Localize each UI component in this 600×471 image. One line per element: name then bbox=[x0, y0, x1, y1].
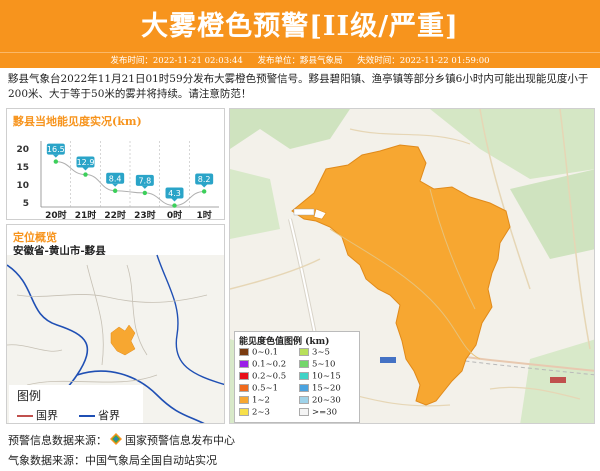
legend-item-national-border: 国界 bbox=[17, 407, 58, 423]
legend-swatch bbox=[299, 348, 309, 356]
data-label-pointer bbox=[112, 183, 119, 187]
overview-legend: 图例 国界 省界 bbox=[9, 385, 143, 423]
legend-swatch bbox=[299, 372, 309, 380]
legend-item-0.2-0.5: 0.2~0.5 bbox=[239, 372, 286, 381]
legend-swatch bbox=[239, 372, 249, 380]
legend-item-2-3: 2~3 bbox=[239, 408, 270, 417]
legend-item-3-5: 3~5 bbox=[299, 348, 330, 357]
legend-item-1-2: 1~2 bbox=[239, 396, 270, 405]
data-label-pointer bbox=[201, 184, 208, 188]
legend-item-30-plus: >=30 bbox=[299, 408, 337, 417]
warning-map: 能见度色值图例 (km) 0~0.1 0.1~0.2 0.2~0.5 0.5~1… bbox=[229, 108, 595, 424]
legend-item-10-15: 10~15 bbox=[299, 372, 341, 381]
data-label-pointer bbox=[141, 185, 148, 189]
visibility-panel: 黟县当地能见度实况(km) 20 15 10 5 16.5 20时 12.9 21时 8.4 22… bbox=[6, 108, 225, 221]
data-point bbox=[83, 172, 88, 177]
legend-item-15-20: 15~20 bbox=[299, 384, 341, 393]
color-legend-title: 能见度色值图例 (km) bbox=[239, 337, 330, 347]
legend-item-20-30: 20~30 bbox=[299, 396, 341, 405]
publish-time: 发布时间：2022-11-21 02:03:44 bbox=[110, 56, 243, 66]
data-label-pointer bbox=[52, 154, 59, 158]
visibility-chart: 20 15 10 5 16.5 20时 12.9 21时 8.4 22时 7.8 23时 4.3 0时 8.… bbox=[16, 141, 219, 221]
data-label: 4.3 bbox=[168, 189, 181, 198]
expire-time: 失效时间：2022-11-22 01:59:00 bbox=[357, 56, 490, 66]
legend-item-0.5-1: 0.5~1 bbox=[239, 384, 278, 393]
legend-item-0-0.1: 0~0.1 bbox=[239, 348, 278, 357]
x-tick-label: 23时 bbox=[134, 209, 156, 221]
data-label: 12.9 bbox=[77, 158, 95, 167]
data-label-pointer bbox=[171, 198, 178, 202]
legend-swatch bbox=[299, 408, 309, 416]
data-point bbox=[142, 190, 148, 196]
legend-item-0.1-0.2: 0.1~0.2 bbox=[239, 360, 286, 369]
data-label-pointer bbox=[82, 167, 89, 171]
warning-source-line: 预警信息数据来源： 国家预警信息发布中心 bbox=[8, 433, 235, 447]
visibility-color-legend: 能见度色值图例 (km) 0~0.1 0.1~0.2 0.2~0.5 0.5~1… bbox=[234, 331, 360, 423]
x-tick-label: 0时 bbox=[167, 209, 182, 221]
national-border-swatch bbox=[17, 415, 33, 417]
y-tick-label: 20 bbox=[16, 145, 29, 155]
weather-source-line: 气象数据来源：中国气象局全国自动站实况 bbox=[8, 454, 217, 467]
location-panel: 定位概览 安徽省-黄山市-黟县 图例 国界 省界 bbox=[6, 224, 225, 424]
y-tick-label: 10 bbox=[16, 181, 29, 191]
legend-swatch bbox=[299, 396, 309, 404]
warning-description: 黟县气象台2022年11月21日01时59分发布大雾橙色预警信号。黟县碧阳镇、渔… bbox=[8, 73, 589, 100]
data-label: 16.5 bbox=[47, 145, 65, 154]
data-label: 7.8 bbox=[138, 176, 151, 185]
y-tick-label: 5 bbox=[23, 199, 29, 209]
x-tick-label: 20时 bbox=[45, 209, 67, 221]
data-label: 8.2 bbox=[198, 175, 211, 184]
data-point bbox=[53, 159, 59, 164]
overview-legend-title: 图例 bbox=[17, 389, 42, 403]
x-tick-label: 21时 bbox=[75, 209, 97, 221]
x-tick-label: 22时 bbox=[104, 209, 126, 221]
warning-center-logo-icon bbox=[110, 433, 122, 445]
data-point bbox=[201, 189, 207, 194]
legend-swatch bbox=[239, 360, 249, 368]
y-tick-label: 15 bbox=[16, 163, 29, 173]
publisher: 发布单位：黟县气象局 bbox=[257, 56, 343, 66]
legend-swatch bbox=[299, 384, 309, 392]
legend-swatch bbox=[239, 408, 249, 416]
legend-item-provincial-border: 省界 bbox=[79, 407, 120, 423]
warning-meta-bar: 发布时间：2022-11-21 02:03:44 发布单位：黟县气象局 失效时间… bbox=[0, 52, 600, 68]
data-point bbox=[112, 188, 118, 193]
data-label: 8.4 bbox=[109, 174, 122, 183]
warning-header: 大雾橙色预警[II级/严重] bbox=[0, 0, 600, 52]
data-point bbox=[172, 203, 177, 208]
legend-swatch bbox=[239, 384, 249, 392]
legend-swatch bbox=[239, 396, 249, 404]
x-tick-label: 1时 bbox=[197, 209, 212, 221]
legend-swatch bbox=[299, 360, 309, 368]
legend-swatch bbox=[239, 348, 249, 356]
warning-title: 大雾橙色预警[II级/严重] bbox=[141, 11, 459, 42]
warning-source-link[interactable]: 国家预警信息发布中心 bbox=[125, 434, 235, 447]
provincial-border-swatch bbox=[79, 415, 95, 417]
legend-item-5-10: 5~10 bbox=[299, 360, 335, 369]
